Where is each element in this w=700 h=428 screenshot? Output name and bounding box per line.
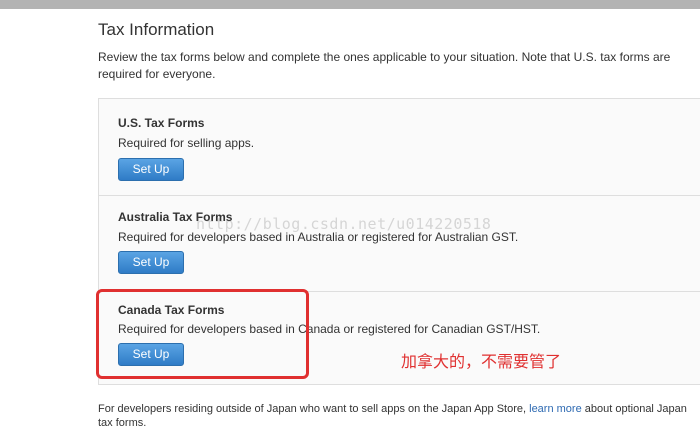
us-tax-forms-section: U.S. Tax Forms Required for selling apps… [99, 99, 700, 196]
us-tax-forms-title: U.S. Tax Forms [118, 116, 205, 130]
australia-tax-forms-section: Australia Tax Forms Required for develop… [99, 195, 700, 291]
us-tax-forms-setup-button[interactable]: Set Up [118, 158, 184, 181]
canada-tax-forms-setup-button[interactable]: Set Up [118, 343, 184, 366]
intro-text: Review the tax forms below and complete … [98, 49, 700, 83]
learn-more-link[interactable]: learn more [529, 403, 582, 415]
canada-tax-forms-title: Canada Tax Forms [118, 303, 225, 317]
intro-line-2: required for everyone. [98, 67, 216, 81]
top-bar [0, 0, 700, 9]
australia-tax-forms-description: Required for developers based in Austral… [118, 230, 519, 244]
footer-text-prefix: For developers residing outside of Japan… [98, 403, 527, 415]
footer-line-1: For developers residing outside of Japan… [98, 402, 700, 416]
canada-tax-forms-description: Required for developers based in Canada … [118, 322, 541, 336]
intro-line-1: Review the tax forms below and complete … [98, 50, 671, 64]
annotation-note: 加拿大的，不需要管了 [401, 354, 562, 371]
canada-tax-forms-section: Canada Tax Forms Required for developers… [99, 291, 700, 386]
us-tax-forms-description: Required for selling apps. [118, 136, 255, 150]
footer-line-2: tax forms. [98, 417, 147, 428]
page-title: Tax Information [98, 20, 215, 39]
tax-information-page: Tax Information Review the tax forms bel… [0, 0, 700, 428]
australia-tax-forms-title: Australia Tax Forms [118, 210, 233, 224]
footer-text-suffix: about optional Japan [584, 403, 687, 415]
tax-forms-panel: U.S. Tax Forms Required for selling apps… [98, 98, 700, 385]
footer-note: For developers residing outside of Japan… [98, 402, 700, 428]
australia-tax-forms-setup-button[interactable]: Set Up [118, 251, 184, 274]
